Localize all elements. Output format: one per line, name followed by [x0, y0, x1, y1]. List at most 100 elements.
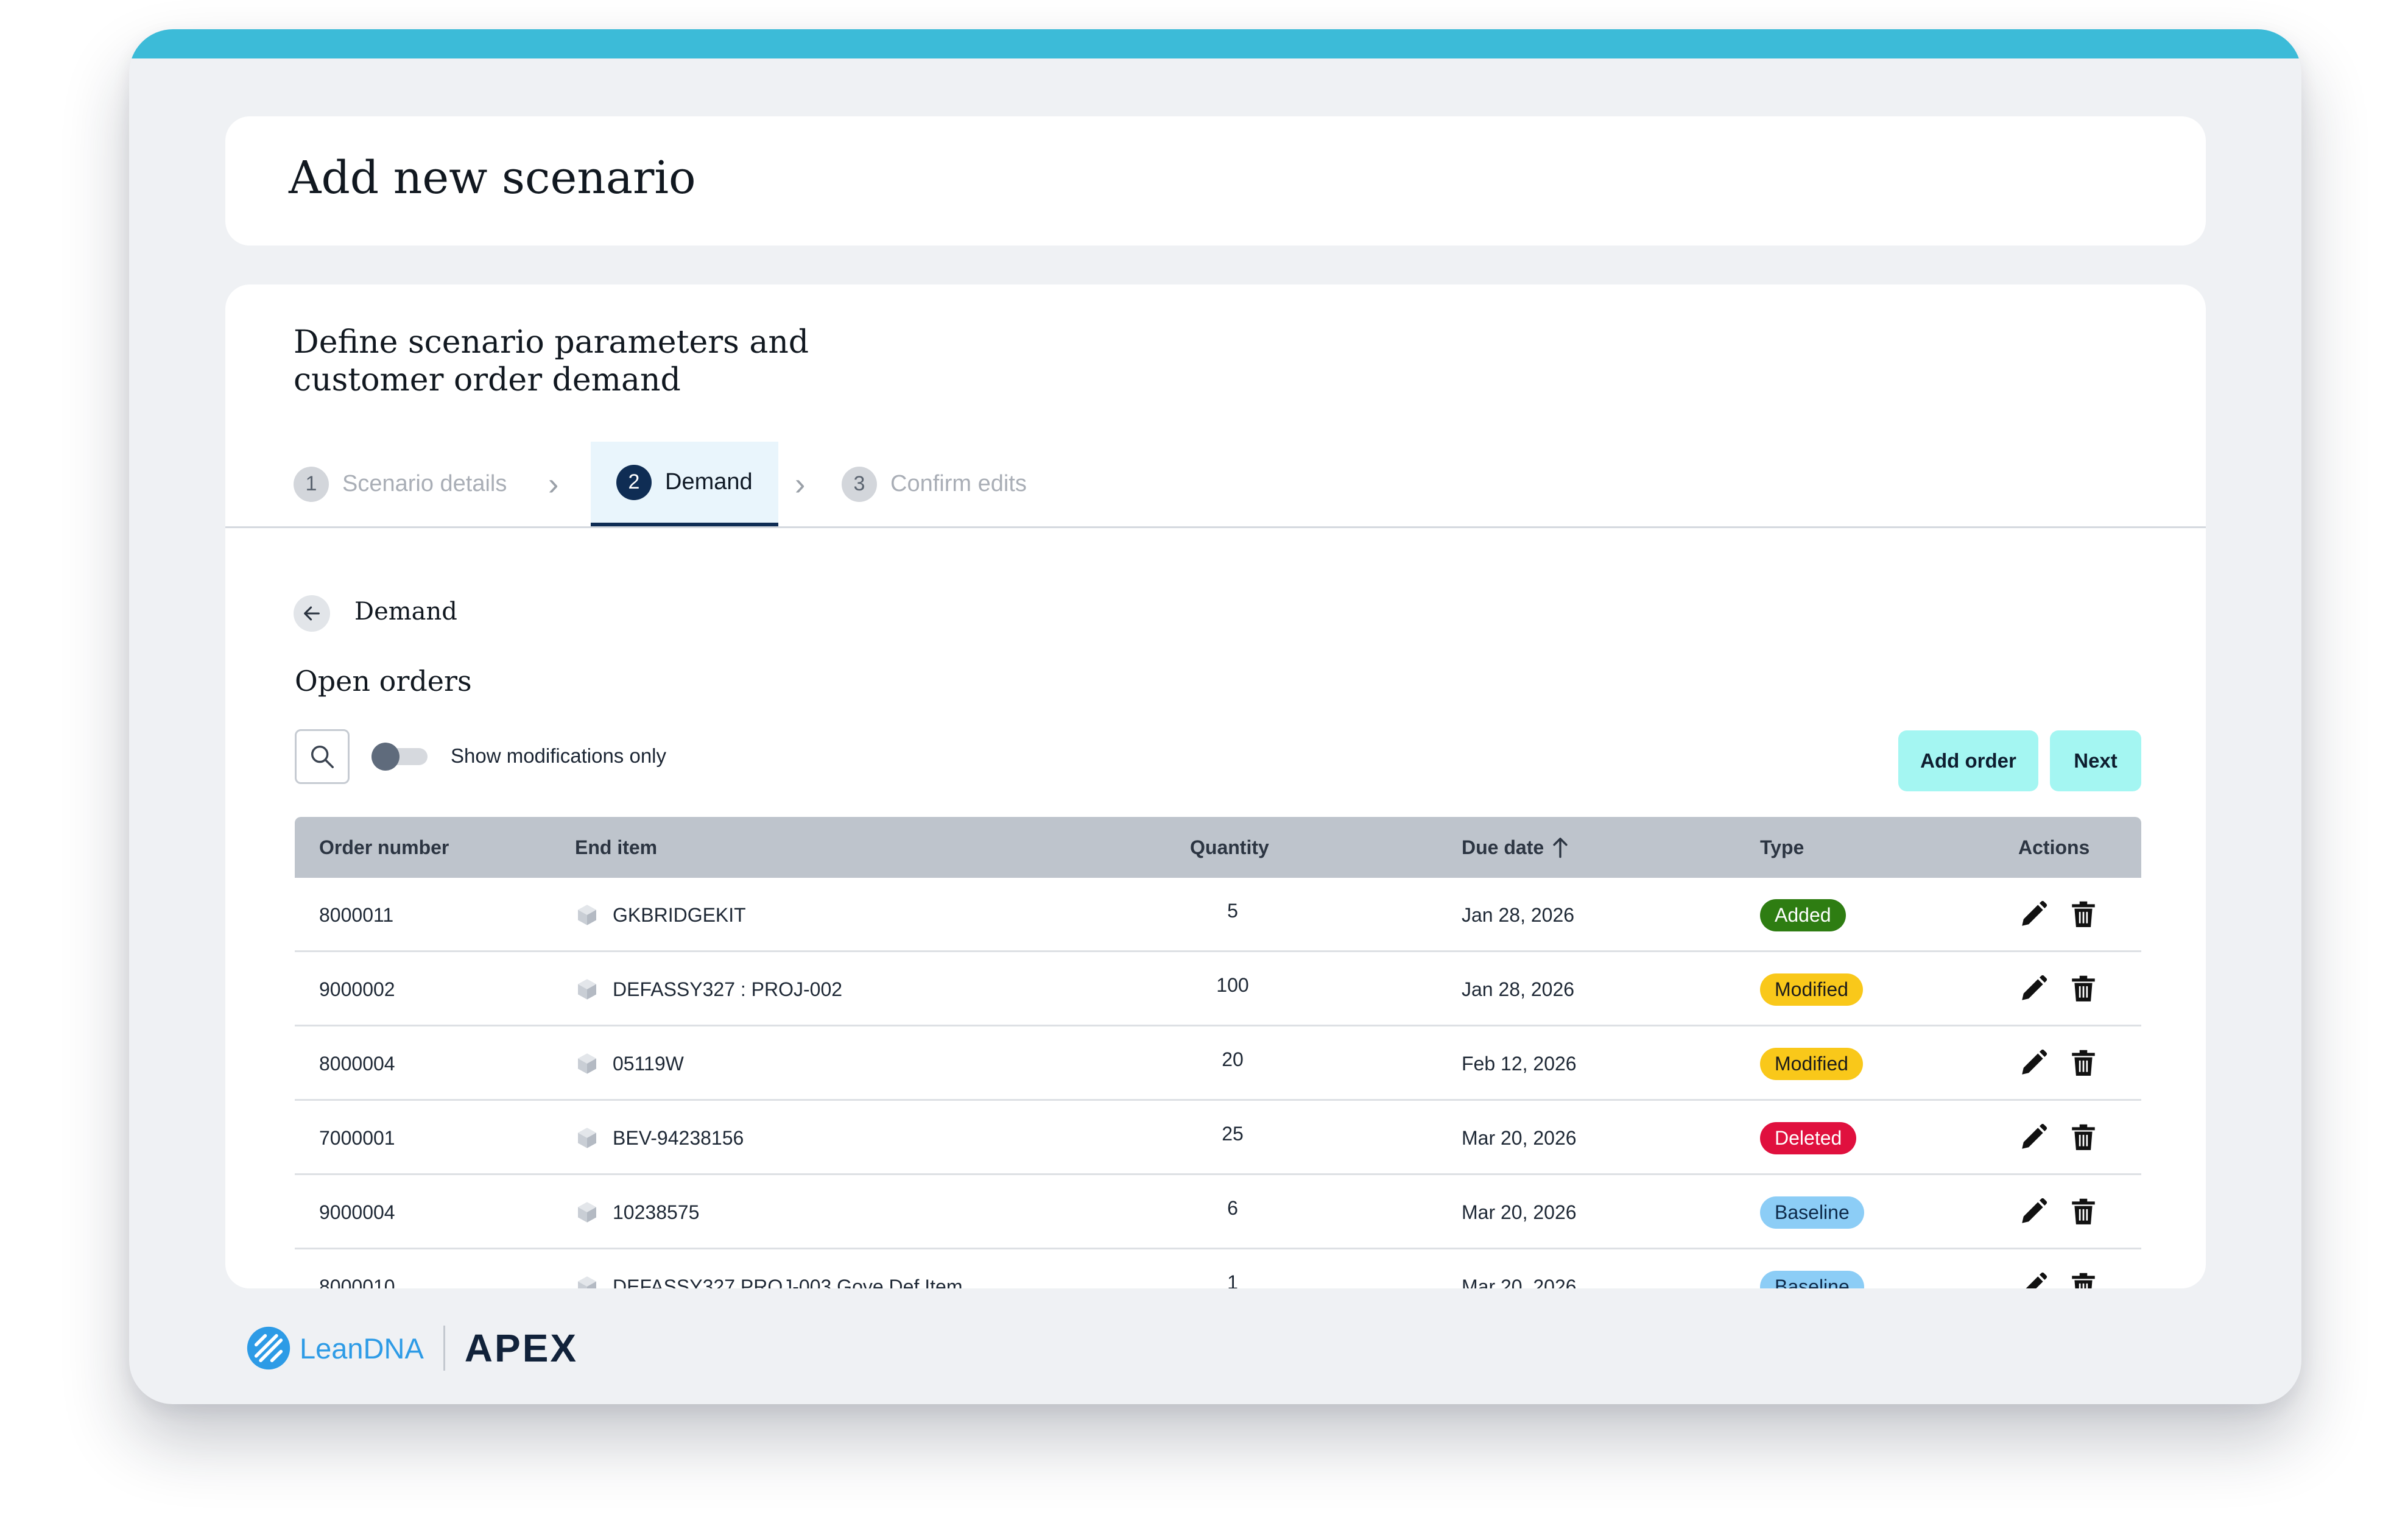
due-date: Jan 28, 2026	[1462, 978, 1575, 1000]
toggle-knob	[371, 743, 400, 771]
add-order-button[interactable]: Add order	[1898, 730, 2038, 791]
trash-icon[interactable]	[2068, 1271, 2099, 1288]
page-title: Add new scenario	[289, 152, 696, 204]
status-badge: Baseline	[1760, 1196, 1864, 1229]
end-item-label: GKBRIDGEKIT	[613, 903, 746, 926]
trash-icon[interactable]	[2068, 973, 2099, 1005]
footer: LeanDNA APEX	[246, 1324, 578, 1372]
step-confirm-edits[interactable]: 3 Confirm edits	[842, 442, 1027, 526]
type-cell: Deleted	[1760, 1101, 1857, 1175]
end-item-label: BEV-94238156	[613, 1126, 744, 1149]
status-badge: Deleted	[1760, 1122, 1857, 1154]
chevron-right-icon: ›	[548, 466, 559, 502]
end-item: 10238575	[575, 1175, 699, 1249]
end-item-label: 10238575	[613, 1201, 700, 1223]
pencil-icon[interactable]	[2018, 973, 2049, 1005]
box-icon	[575, 977, 599, 1001]
table-row[interactable]: 8000004 05119W 20 Feb 12, 2026 Modified	[295, 1026, 2141, 1101]
pencil-icon[interactable]	[2018, 1271, 2049, 1288]
column-header-type[interactable]: Type	[1760, 817, 1804, 878]
table-row[interactable]: 8000010 DEFASSY327 PROJ-003 Gove Def Item…	[295, 1249, 2141, 1288]
due-date: Mar 20, 2026	[1462, 1275, 1577, 1289]
step-scenario-details[interactable]: 1 Scenario details	[294, 442, 507, 526]
due-date: Feb 12, 2026	[1462, 1052, 1577, 1075]
due-date: Mar 20, 2026	[1462, 1126, 1577, 1149]
trash-icon[interactable]	[2068, 1048, 2099, 1079]
end-item: 05119W	[575, 1026, 684, 1101]
box-icon	[575, 1051, 599, 1076]
column-header-quantity[interactable]: Quantity	[1190, 817, 1269, 878]
open-orders-title: Open orders	[295, 665, 472, 698]
pencil-icon[interactable]	[2018, 899, 2049, 931]
end-item: DEFASSY327 : PROJ-002	[575, 952, 842, 1026]
stepper: 1 Scenario details › 2 Demand › 3 Confir…	[225, 442, 2206, 528]
back-label: Demand	[354, 598, 457, 626]
footer-divider	[443, 1326, 445, 1371]
column-header-due-date[interactable]: Due date	[1462, 817, 1571, 878]
main-card: Define scenario parameters and customer …	[225, 284, 2206, 1288]
orders-table: Order number End item Quantity Due date …	[295, 817, 2141, 1288]
type-cell: Modified	[1760, 952, 1863, 1026]
pencil-icon[interactable]	[2018, 1048, 2049, 1079]
search-button[interactable]	[295, 729, 350, 784]
table-header: Order number End item Quantity Due date …	[295, 817, 2141, 878]
step-label: Confirm edits	[890, 471, 1027, 496]
pencil-icon[interactable]	[2018, 1122, 2049, 1154]
type-cell: Baseline	[1760, 1175, 1864, 1249]
sort-up-icon	[1553, 838, 1568, 858]
end-item: DEFASSY327 PROJ-003 Gove Def Item	[575, 1249, 962, 1288]
column-header-order-number[interactable]: Order number	[319, 817, 449, 878]
table-row[interactable]: 9000002 DEFASSY327 : PROJ-002 100 Jan 28, 2…	[295, 952, 2141, 1026]
type-cell: Added	[1760, 878, 1846, 952]
table-row[interactable]: 9000004 10238575 6 Mar 20, 2026 Baseline	[295, 1175, 2141, 1249]
box-icon	[575, 1274, 599, 1288]
type-cell: Modified	[1760, 1026, 1863, 1101]
back-button[interactable]	[294, 595, 330, 632]
modifications-toggle[interactable]	[371, 743, 428, 771]
status-badge: Modified	[1760, 1047, 1863, 1080]
chevron-right-icon: ›	[795, 466, 806, 502]
pencil-icon[interactable]	[2018, 1196, 2049, 1228]
row-actions	[2018, 878, 2118, 952]
trash-icon[interactable]	[2068, 1122, 2099, 1154]
row-actions	[2018, 1175, 2118, 1249]
end-item: GKBRIDGEKIT	[575, 878, 746, 952]
header-card: Add new scenario	[225, 116, 2206, 246]
trash-icon[interactable]	[2068, 1196, 2099, 1228]
order-number: 8000010	[319, 1275, 395, 1289]
quantity: 25	[1222, 1122, 1244, 1145]
quantity: 100	[1216, 973, 1249, 996]
due-date: Mar 20, 2026	[1462, 1201, 1577, 1223]
row-actions	[2018, 952, 2118, 1026]
arrow-left-icon	[304, 606, 320, 621]
step-label: Scenario details	[342, 471, 507, 496]
search-icon	[311, 745, 334, 768]
table-row[interactable]: 8000011 GKBRIDGEKIT 5 Jan 28, 2026 Added	[295, 878, 2141, 952]
leandna-logo: LeanDNA	[246, 1326, 424, 1371]
quantity: 5	[1227, 899, 1238, 922]
type-cell: Baseline	[1760, 1249, 1864, 1288]
status-badge: Added	[1760, 899, 1846, 931]
box-icon	[575, 1126, 599, 1150]
box-icon	[575, 1200, 599, 1224]
row-actions	[2018, 1026, 2118, 1101]
next-button[interactable]: Next	[2050, 730, 2141, 791]
due-date-label: Due date	[1462, 836, 1544, 858]
product-name: APEX	[464, 1326, 579, 1370]
quantity: 6	[1227, 1196, 1238, 1219]
quantity: 20	[1222, 1048, 1244, 1070]
top-accent-bar	[129, 29, 2301, 58]
column-header-actions: Actions	[2018, 836, 2090, 858]
end-item-label: DEFASSY327 PROJ-003 Gove Def Item	[613, 1275, 963, 1289]
table-row[interactable]: 7000001 BEV-94238156 25 Mar 20, 2026 Deleted	[295, 1101, 2141, 1175]
step-demand[interactable]: 2 Demand	[591, 442, 778, 526]
status-badge: Modified	[1760, 973, 1863, 1006]
column-header-end-item[interactable]: End item	[575, 817, 657, 878]
quantity: 1	[1227, 1271, 1238, 1289]
step-number: 2	[616, 464, 652, 500]
order-number: 7000001	[319, 1126, 395, 1149]
brand-name: LeanDNA	[300, 1332, 424, 1365]
order-number: 9000002	[319, 978, 395, 1000]
trash-icon[interactable]	[2068, 899, 2099, 931]
leandna-logo-icon	[247, 1326, 290, 1370]
